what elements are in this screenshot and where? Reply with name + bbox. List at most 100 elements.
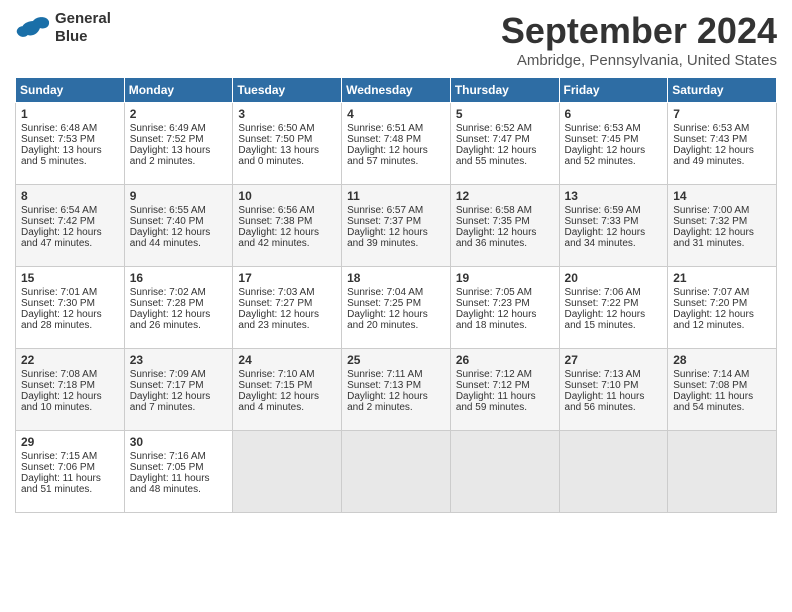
calendar-cell: 12Sunrise: 6:58 AMSunset: 7:35 PMDayligh… bbox=[450, 185, 559, 267]
day-number: 18 bbox=[347, 271, 445, 285]
daylight: Daylight: 12 hours and 2 minutes. bbox=[347, 391, 428, 413]
sunrise: Sunrise: 7:09 AM bbox=[130, 369, 206, 380]
daylight: Daylight: 12 hours and 55 minutes. bbox=[456, 145, 537, 167]
daylight: Daylight: 12 hours and 49 minutes. bbox=[673, 145, 754, 167]
day-number: 30 bbox=[130, 435, 228, 449]
daylight: Daylight: 11 hours and 51 minutes. bbox=[21, 473, 101, 495]
day-number: 22 bbox=[21, 353, 119, 367]
sunset: Sunset: 7:47 PM bbox=[456, 134, 530, 145]
daylight: Daylight: 12 hours and 26 minutes. bbox=[130, 309, 211, 331]
day-number: 23 bbox=[130, 353, 228, 367]
calendar-cell bbox=[559, 431, 668, 513]
week-row-5: 29Sunrise: 7:15 AMSunset: 7:06 PMDayligh… bbox=[16, 431, 777, 513]
sunrise: Sunrise: 7:13 AM bbox=[565, 369, 641, 380]
sunrise: Sunrise: 7:05 AM bbox=[456, 287, 532, 298]
day-number: 29 bbox=[21, 435, 119, 449]
calendar-cell: 24Sunrise: 7:10 AMSunset: 7:15 PMDayligh… bbox=[233, 349, 342, 431]
sunset: Sunset: 7:48 PM bbox=[347, 134, 421, 145]
daylight: Daylight: 12 hours and 34 minutes. bbox=[565, 227, 646, 249]
day-number: 8 bbox=[21, 189, 119, 203]
sunrise: Sunrise: 6:55 AM bbox=[130, 205, 206, 216]
sunrise: Sunrise: 7:07 AM bbox=[673, 287, 749, 298]
day-number: 9 bbox=[130, 189, 228, 203]
sunset: Sunset: 7:43 PM bbox=[673, 134, 747, 145]
sunrise: Sunrise: 6:58 AM bbox=[456, 205, 532, 216]
day-number: 25 bbox=[347, 353, 445, 367]
title-area: September 2024 Ambridge, Pennsylvania, U… bbox=[501, 10, 777, 69]
week-row-3: 15 Sunrise: 7:01 AMSunset: 7:30 PM Dayligh… bbox=[16, 267, 777, 349]
daylight: Daylight: 11 hours and 54 minutes. bbox=[673, 391, 753, 413]
day-number: 21 bbox=[673, 271, 771, 285]
calendar-cell: 5Sunrise: 6:52 AMSunset: 7:47 PMDaylight… bbox=[450, 103, 559, 185]
calendar-cell: 6Sunrise: 6:53 AMSunset: 7:45 PMDaylight… bbox=[559, 103, 668, 185]
sunset: Sunset: 7:23 PM bbox=[456, 298, 530, 309]
sunset: Sunset: 7:53 PM bbox=[21, 134, 95, 145]
day-header-friday: Friday bbox=[559, 78, 668, 103]
day-header-wednesday: Wednesday bbox=[342, 78, 451, 103]
calendar-cell: 15Sunrise: 7:01 AMSunset: 7:30 PMDayligh… bbox=[16, 267, 125, 349]
calendar-cell: 23Sunrise: 7:09 AMSunset: 7:17 PMDayligh… bbox=[124, 349, 233, 431]
calendar-cell: 22Sunrise: 7:08 AMSunset: 7:18 PMDayligh… bbox=[16, 349, 125, 431]
day-number: 16 bbox=[130, 271, 228, 285]
daylight: Daylight: 13 hours and 2 minutes. bbox=[130, 145, 211, 167]
day-number: 15 bbox=[21, 271, 119, 285]
calendar-table: SundayMondayTuesdayWednesdayThursdayFrid… bbox=[15, 77, 777, 513]
sunrise: Sunrise: 6:59 AM bbox=[565, 205, 641, 216]
sunset: Sunset: 7:45 PM bbox=[565, 134, 639, 145]
day-number: 17 bbox=[238, 271, 336, 285]
calendar-cell: 19Sunrise: 7:05 AMSunset: 7:23 PMDayligh… bbox=[450, 267, 559, 349]
sunrise: Sunrise: 7:08 AM bbox=[21, 369, 97, 380]
header-row: SundayMondayTuesdayWednesdayThursdayFrid… bbox=[16, 78, 777, 103]
sunrise: Sunrise: 7:03 AM bbox=[238, 287, 314, 298]
calendar-cell bbox=[233, 431, 342, 513]
sunset: Sunset: 7:10 PM bbox=[565, 380, 639, 391]
day-number: 5 bbox=[456, 107, 554, 121]
calendar-cell: 28Sunrise: 7:14 AMSunset: 7:08 PMDayligh… bbox=[668, 349, 777, 431]
day-number: 26 bbox=[456, 353, 554, 367]
day-header-thursday: Thursday bbox=[450, 78, 559, 103]
sunrise: Sunrise: 7:06 AM bbox=[565, 287, 641, 298]
calendar-cell: 14Sunrise: 7:00 AMSunset: 7:32 PMDayligh… bbox=[668, 185, 777, 267]
week-row-1: 1Sunrise: 6:48 AMSunset: 7:53 PMDaylight… bbox=[16, 103, 777, 185]
sunset: Sunset: 7:50 PM bbox=[238, 134, 312, 145]
calendar-cell: 2Sunrise: 6:49 AMSunset: 7:52 PMDaylight… bbox=[124, 103, 233, 185]
header: General Blue September 2024 Ambridge, Pe… bbox=[15, 10, 777, 69]
calendar-cell: 29Sunrise: 7:15 AMSunset: 7:06 PMDayligh… bbox=[16, 431, 125, 513]
sunset: Sunset: 7:37 PM bbox=[347, 216, 421, 227]
calendar-cell: 8Sunrise: 6:54 AMSunset: 7:42 PMDaylight… bbox=[16, 185, 125, 267]
sunrise: Sunrise: 7:01 AM bbox=[21, 287, 97, 298]
daylight: Daylight: 12 hours and 47 minutes. bbox=[21, 227, 102, 249]
logo: General Blue bbox=[15, 10, 111, 46]
daylight: Daylight: 11 hours and 48 minutes. bbox=[130, 473, 210, 495]
sunset: Sunset: 7:52 PM bbox=[130, 134, 204, 145]
calendar-cell: 16Sunrise: 7:02 AMSunset: 7:28 PMDayligh… bbox=[124, 267, 233, 349]
sunrise: Sunrise: 7:15 AM bbox=[21, 451, 97, 462]
sunset: Sunset: 7:33 PM bbox=[565, 216, 639, 227]
daylight: Daylight: 12 hours and 18 minutes. bbox=[456, 309, 537, 331]
day-number: 4 bbox=[347, 107, 445, 121]
daylight: Daylight: 12 hours and 12 minutes. bbox=[673, 309, 754, 331]
day-header-monday: Monday bbox=[124, 78, 233, 103]
sunrise: Sunrise: 7:12 AM bbox=[456, 369, 532, 380]
sunset: Sunset: 7:20 PM bbox=[673, 298, 747, 309]
sunset: Sunset: 7:30 PM bbox=[21, 298, 95, 309]
daylight: Daylight: 12 hours and 15 minutes. bbox=[565, 309, 646, 331]
day-number: 13 bbox=[565, 189, 663, 203]
logo-text: General Blue bbox=[55, 10, 111, 46]
calendar-cell: 1Sunrise: 6:48 AMSunset: 7:53 PMDaylight… bbox=[16, 103, 125, 185]
sunrise: Sunrise: 6:53 AM bbox=[565, 123, 641, 134]
sunrise: Sunrise: 7:04 AM bbox=[347, 287, 423, 298]
day-number: 20 bbox=[565, 271, 663, 285]
logo-icon bbox=[15, 14, 51, 42]
calendar-cell: 18Sunrise: 7:04 AMSunset: 7:25 PMDayligh… bbox=[342, 267, 451, 349]
calendar-cell: 4Sunrise: 6:51 AMSunset: 7:48 PMDaylight… bbox=[342, 103, 451, 185]
calendar-cell: 7Sunrise: 6:53 AMSunset: 7:43 PMDaylight… bbox=[668, 103, 777, 185]
calendar-cell: 20Sunrise: 7:06 AMSunset: 7:22 PMDayligh… bbox=[559, 267, 668, 349]
sunrise: Sunrise: 7:16 AM bbox=[130, 451, 206, 462]
sunrise: Sunrise: 6:57 AM bbox=[347, 205, 423, 216]
day-number: 12 bbox=[456, 189, 554, 203]
day-header-saturday: Saturday bbox=[668, 78, 777, 103]
calendar-cell: 21 Sunrise: 7:07 AMSunset: 7:20 PMDayligh… bbox=[668, 267, 777, 349]
day-header-sunday: Sunday bbox=[16, 78, 125, 103]
daylight: Daylight: 12 hours and 4 minutes. bbox=[238, 391, 319, 413]
